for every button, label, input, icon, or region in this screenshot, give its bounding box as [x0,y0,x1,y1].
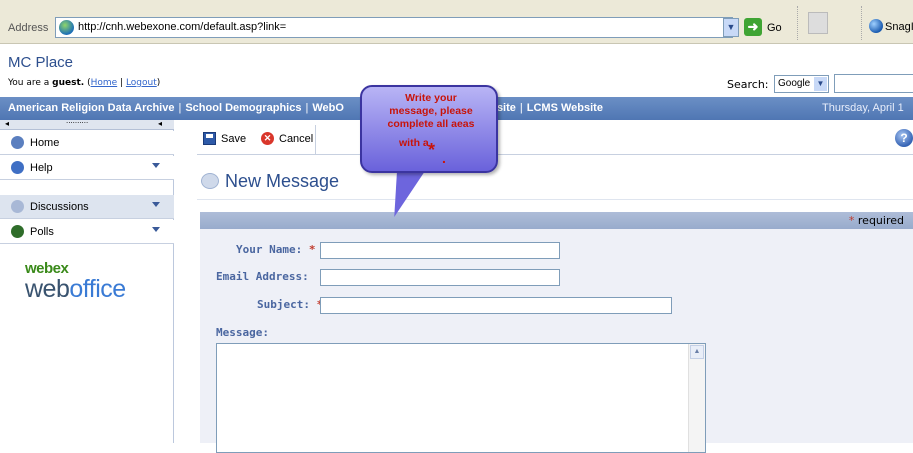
required-star-icon: * [428,140,436,160]
snagit-button[interactable]: SnagIt [885,21,913,33]
save-button[interactable]: Save [201,129,249,151]
guest-status: You are a guest. (Home | Logout) [8,78,161,88]
message-toolbar: Save ✕ Cancel [197,125,913,155]
address-bar: Address http://cnh.webexone.com/default.… [0,0,913,44]
nav-link-school-demographics[interactable]: School Demographics [185,102,301,114]
search-label: Search: [727,78,769,91]
message-label: Message: [216,326,269,339]
cancel-icon: ✕ [261,132,274,145]
message-form: Your Name: * Email Address: Subject: * M… [200,229,913,453]
url-dropdown-button[interactable]: ▼ [723,18,739,37]
home-link[interactable]: Home [91,78,118,88]
address-label: Address [8,22,49,34]
home-icon [11,136,24,149]
help-button-icon[interactable]: ? [895,129,913,147]
sidebar-item-home[interactable]: Home [0,131,174,155]
current-date: Thursday, April 1 [822,102,904,114]
scroll-up-icon[interactable]: ▲ [690,345,704,359]
snagit-icon[interactable] [869,19,883,33]
form-header-bar: * required [200,212,913,229]
nav-link-webo[interactable]: WebO [312,102,344,114]
nav-link-religion-archive[interactable]: American Religion Data Archive [8,102,174,114]
required-note: * required [848,214,904,227]
chevron-down-icon[interactable] [152,202,160,207]
callout-period: . [442,150,446,166]
chevron-down-icon[interactable] [152,163,160,168]
toolbar-separator [797,6,799,40]
message-scrollbar[interactable]: ▲ [688,344,705,452]
save-icon [203,132,216,145]
message-bubble-icon [201,173,219,189]
discussions-icon [11,200,24,213]
sidebar-item-label: Home [30,137,60,149]
sidebar-item-label: Discussions [30,201,89,213]
toolbar-separator [861,6,863,40]
subject-label: Subject: * [257,298,323,311]
message-textarea[interactable]: ▲ [216,343,706,453]
weboffice-logo: weboffice [25,275,126,303]
polls-icon [11,225,24,238]
email-field[interactable] [320,269,560,286]
sidebar-item-label: Polls [30,226,54,238]
nav-link-lcms[interactable]: LCMS Website [527,102,603,114]
go-button[interactable]: Go [767,22,782,34]
nav-links: American Religion Data Archive | School De… [8,102,603,114]
collapse-right-icon[interactable]: ◂ [158,119,162,128]
search-input[interactable] [834,74,913,93]
help-icon [11,161,24,174]
name-label: Your Name: * [236,243,316,256]
chevron-down-icon: ▼ [814,77,827,91]
sidebar-item-polls[interactable]: Polls [0,220,174,244]
subject-field[interactable] [320,297,672,314]
go-arrow-icon[interactable]: ➜ [744,18,762,36]
sidebar-item-label: Help [30,162,53,174]
cancel-button[interactable]: ✕ Cancel [259,129,313,151]
email-label: Email Address: [216,270,309,283]
callout-pointer [380,171,425,217]
sidebar-item-discussions[interactable]: Discussions [0,195,174,219]
name-field[interactable] [320,242,560,259]
sidebar: ◂ .......... ◂ Home Help Discussions Pol… [0,116,174,443]
url-text: http://cnh.webexone.com/default.asp?link… [78,21,287,33]
grip-icon[interactable]: .......... [66,116,88,125]
collapse-left-icon[interactable]: ◂ [5,119,9,128]
sidebar-item-help[interactable]: Help [0,156,174,180]
globe-icon [59,20,74,35]
toolbar-divider [315,125,316,155]
sidebar-resize-handle[interactable]: ◂ .......... ◂ [0,116,174,130]
url-input[interactable]: http://cnh.webexone.com/default.asp?link… [55,17,733,38]
search-engine-select[interactable]: Google ▼ [774,75,829,93]
site-title: MC Place [8,54,74,71]
toolbar-app-icon[interactable] [808,12,828,34]
title-divider [197,199,913,200]
logout-link[interactable]: Logout [126,78,157,88]
chevron-down-icon[interactable] [152,227,160,232]
